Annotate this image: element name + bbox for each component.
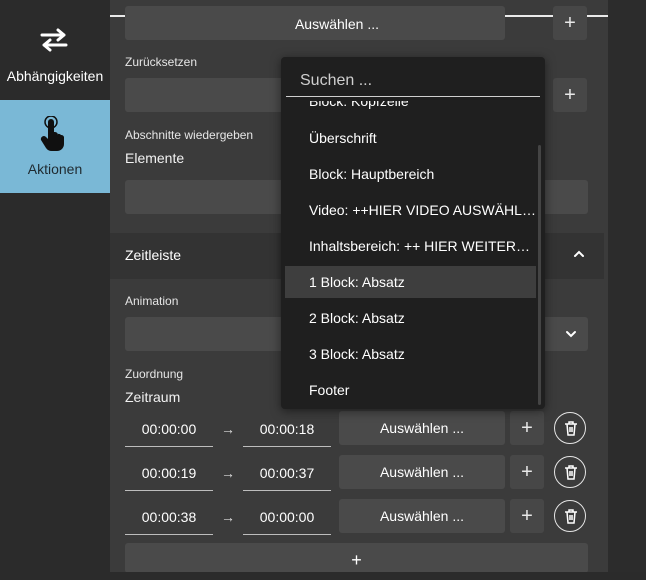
dropdown-list: Block: Kopfzeile Überschrift Block: Haup… xyxy=(281,101,545,409)
dropdown-item[interactable]: Video: ++HIER VIDEO AUSWÄHLEN++ xyxy=(285,194,536,226)
status-bar xyxy=(0,572,646,580)
trash-icon xyxy=(565,509,577,524)
sidebar-item-label: Aktionen xyxy=(27,161,83,177)
chevron-up-icon xyxy=(574,250,584,257)
delete-button[interactable] xyxy=(554,456,586,488)
dropdown-item[interactable]: Footer xyxy=(285,374,536,406)
reset-label: Zurücksetzen xyxy=(125,55,198,69)
add-button[interactable]: + xyxy=(553,78,587,112)
sections-play-label: Abschnitte wiedergeben xyxy=(125,128,254,142)
end-time-input[interactable]: 00:00:37 xyxy=(243,456,331,491)
arrow-right-icon: → xyxy=(221,421,235,437)
mapping-label: Zuordnung xyxy=(125,367,184,381)
dropdown-item[interactable]: Überschrift xyxy=(285,122,536,154)
animation-label: Animation xyxy=(125,294,179,308)
right-gutter xyxy=(608,0,646,580)
dropdown-item[interactable]: Block: Kopfzeile xyxy=(285,101,536,117)
arrow-right-icon: → xyxy=(221,465,235,481)
dropdown-scrollbar[interactable] xyxy=(538,145,541,405)
timeline-title: Zeitleiste xyxy=(125,247,182,263)
add-button[interactable]: + xyxy=(510,499,544,533)
add-button[interactable]: + xyxy=(510,411,544,445)
left-rail: Abhängigkeiten Aktionen xyxy=(0,0,110,580)
start-time-input[interactable]: 00:00:00 xyxy=(125,412,213,447)
sidebar-item-dependencies[interactable]: Abhängigkeiten xyxy=(0,0,110,100)
add-button[interactable]: + xyxy=(553,6,587,40)
start-time-input[interactable]: 00:00:19 xyxy=(125,456,213,491)
start-time-input[interactable]: 00:00:38 xyxy=(125,500,213,535)
end-time-input[interactable]: 00:00:18 xyxy=(243,412,331,447)
dropdown-item[interactable]: Block: Hauptbereich xyxy=(285,158,536,190)
dropdown-item[interactable]: 1 Block: Absatz xyxy=(285,266,536,298)
dropdown-item[interactable]: 3 Block: Absatz xyxy=(285,338,536,370)
row-select-value: Auswählen ... xyxy=(379,508,465,524)
sidebar-item-actions[interactable]: Aktionen xyxy=(0,100,110,193)
period-title: Zeitraum xyxy=(125,389,181,405)
dropdown-item[interactable]: Inhaltsbereich: ++ HIER WEITERE INHALTE … xyxy=(285,230,536,262)
trash-icon xyxy=(565,465,577,480)
chevron-down-icon xyxy=(566,331,576,338)
search-dropdown[interactable]: Suchen ... Block: Kopfzeile Überschrift … xyxy=(281,57,545,409)
delete-button[interactable] xyxy=(554,500,586,532)
arrow-right-icon: → xyxy=(221,509,235,525)
sidebar-item-label: Abhängigkeiten xyxy=(6,68,104,84)
trash-icon xyxy=(565,421,577,436)
touch-hand-icon xyxy=(40,116,64,152)
swap-arrows-icon xyxy=(40,28,68,52)
dropdown-item[interactable]: 2 Block: Absatz xyxy=(285,302,536,334)
elements-title: Elemente xyxy=(125,150,185,166)
top-select-value: Auswählen ... xyxy=(294,16,380,32)
end-time-input[interactable]: 00:00:00 xyxy=(243,500,331,535)
add-row-plus: + xyxy=(351,550,362,570)
delete-button[interactable] xyxy=(554,412,586,444)
search-input[interactable]: Suchen ... xyxy=(286,65,540,97)
row-select-value: Auswählen ... xyxy=(379,420,465,436)
row-select-value: Auswählen ... xyxy=(379,464,465,480)
add-button[interactable]: + xyxy=(510,455,544,489)
